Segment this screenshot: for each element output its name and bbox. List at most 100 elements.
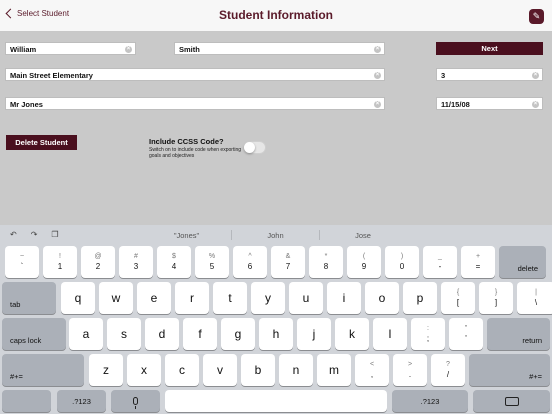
key-;[interactable]: :; (411, 318, 445, 350)
key-label: f (198, 327, 202, 341)
key-f[interactable]: f (183, 318, 217, 350)
key-7[interactable]: & 7 (271, 246, 305, 278)
undo-icon[interactable]: ↶ (10, 230, 17, 239)
key-label: q (74, 291, 82, 305)
key-p[interactable]: p (403, 282, 437, 314)
key-j[interactable]: j (297, 318, 331, 350)
grade-field[interactable]: 3 × (436, 68, 543, 81)
key-t[interactable]: t (213, 282, 247, 314)
key-u[interactable]: u (289, 282, 323, 314)
clear-icon[interactable]: × (532, 71, 539, 79)
key-][interactable]: }] (479, 282, 513, 314)
key-glyphs: | \ (535, 288, 537, 308)
key-e[interactable]: e (137, 282, 171, 314)
key-h[interactable]: h (259, 318, 293, 350)
key-0[interactable]: ) 0 (385, 246, 419, 278)
last-name-field[interactable]: Smith × (174, 42, 385, 55)
delete-key[interactable]: delete (499, 246, 546, 278)
delete-student-button[interactable]: Delete Student (6, 135, 77, 150)
key-y[interactable]: y (251, 282, 285, 314)
suggestion-3[interactable]: Jose (320, 229, 406, 241)
clear-icon[interactable]: × (125, 45, 132, 53)
key-5[interactable]: % 5 (195, 246, 229, 278)
key--[interactable]: _ - (423, 246, 457, 278)
paste-icon[interactable]: ❐ (51, 230, 58, 239)
key-`[interactable]: ~ ` (5, 246, 39, 278)
ccss-description: Switch on to include code when exporting… (149, 147, 242, 159)
key-s[interactable]: s (107, 318, 141, 350)
first-name-field[interactable]: William × (5, 42, 136, 55)
school-field[interactable]: Main Street Elementary × (5, 68, 385, 81)
key-'[interactable]: " ' (449, 318, 483, 350)
date-field[interactable]: 11/15/08 × (436, 97, 543, 110)
key-o[interactable]: o (365, 282, 399, 314)
key-w[interactable]: w (99, 282, 133, 314)
key-8[interactable]: * 8 (309, 246, 343, 278)
dictation-key[interactable] (111, 390, 160, 412)
key-[[interactable]: {[ (441, 282, 475, 314)
key-c[interactable]: c (165, 354, 199, 386)
key-=[interactable]: + = (461, 246, 495, 278)
key-a[interactable]: a (69, 318, 103, 350)
key-label: tab (10, 300, 21, 309)
key-i[interactable]: i (327, 282, 361, 314)
caps-lock-key[interactable]: caps lock (2, 318, 66, 350)
teacher-field[interactable]: Mr Jones × (5, 97, 385, 110)
ccss-toggle[interactable] (243, 141, 266, 154)
key-m[interactable]: m (317, 354, 351, 386)
key-label: #+= (10, 372, 23, 381)
redo-icon[interactable]: ↷ (31, 230, 38, 239)
date-value: 11/15/08 (441, 99, 470, 109)
key-.[interactable]: >. (393, 354, 427, 386)
key-glyphs: >. (408, 360, 412, 380)
key-shift-glyph: " (464, 325, 468, 332)
clear-icon[interactable]: × (374, 71, 381, 79)
key-3[interactable]: #3 (119, 246, 153, 278)
key-glyphs: #3 (134, 252, 138, 272)
suggestion-1[interactable]: "Jones" (143, 229, 230, 241)
clear-icon[interactable]: × (532, 100, 539, 108)
symbols-shift-right-key[interactable]: #+= (469, 354, 550, 386)
tab-key[interactable]: tab (2, 282, 56, 314)
key-q[interactable]: q (61, 282, 95, 314)
hide-keyboard-key[interactable] (473, 390, 550, 412)
key-l[interactable]: l (373, 318, 407, 350)
key-4[interactable]: $4 (157, 246, 191, 278)
numbers-left-key[interactable]: .?123 (57, 390, 106, 412)
key-x[interactable]: x (127, 354, 161, 386)
key-,[interactable]: <, (355, 354, 389, 386)
key-shift-glyph: ? (446, 361, 450, 368)
key-9[interactable]: (9 (347, 246, 381, 278)
clear-icon[interactable]: × (374, 45, 381, 53)
app-logo-icon[interactable]: ✎ (529, 9, 544, 24)
key-n[interactable]: n (279, 354, 313, 386)
key-2[interactable]: @2 (81, 246, 115, 278)
key-shift-glyph: } (494, 289, 498, 296)
key-glyph: ; (426, 334, 430, 343)
key-b[interactable]: b (241, 354, 275, 386)
next-button[interactable]: Next (436, 42, 543, 55)
key-d[interactable]: d (145, 318, 179, 350)
clear-icon[interactable]: × (374, 100, 381, 108)
key-g[interactable]: g (221, 318, 255, 350)
key-\[interactable]: | \ (517, 282, 552, 314)
keyboard-shortcuts: ↶ ↷ ❐ (10, 230, 59, 239)
key-z[interactable]: z (89, 354, 123, 386)
key-glyph: 6 (247, 262, 253, 271)
key-glyphs: ? / (446, 360, 450, 380)
key-6[interactable]: ^ 6 (233, 246, 267, 278)
numbers-right-key[interactable]: .?123 (392, 390, 468, 412)
key-r[interactable]: r (175, 282, 209, 314)
suggestion-2[interactable]: John (232, 229, 319, 241)
symbols-shift-left-key[interactable]: #+= (2, 354, 84, 386)
first-name-value: William (10, 44, 37, 54)
key-v[interactable]: v (203, 354, 237, 386)
emoji-key[interactable] (2, 390, 51, 412)
key-/[interactable]: ? / (431, 354, 465, 386)
return-key[interactable]: return (487, 318, 550, 350)
key-k[interactable]: k (335, 318, 369, 350)
space-key[interactable] (165, 390, 387, 412)
key-label: k (349, 327, 355, 341)
key-1[interactable]: ! 1 (43, 246, 77, 278)
key-shift-glyph: ! (59, 253, 61, 260)
